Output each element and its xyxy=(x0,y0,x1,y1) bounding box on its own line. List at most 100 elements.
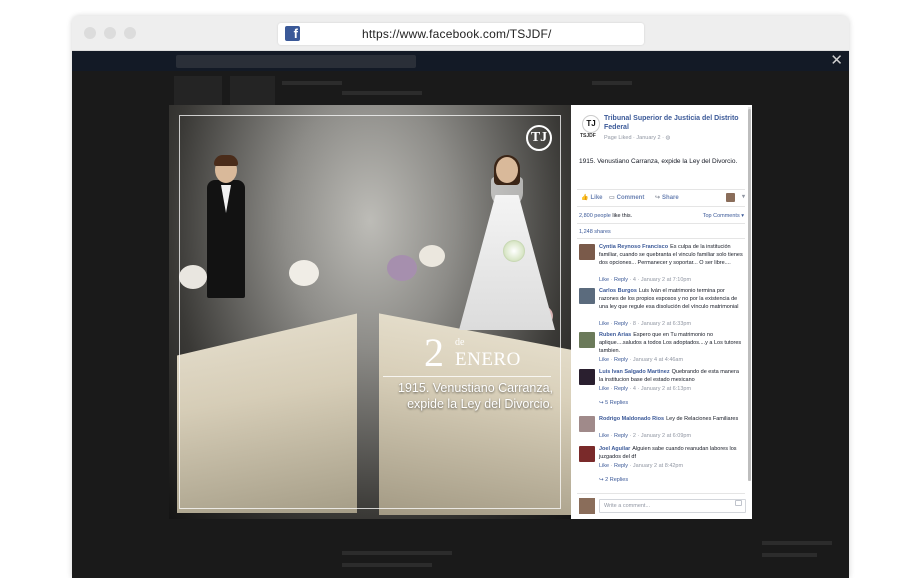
dimmed-text-line xyxy=(342,551,452,555)
commenter-name[interactable]: Cyntia Reynoso Francisco xyxy=(599,244,668,250)
comment-meta: Like · Reply · January 4 at 4:46am xyxy=(599,357,684,363)
view-replies-link[interactable]: ↪ 2 Replies xyxy=(599,477,628,483)
post-photo[interactable]: TJ 2 de ENERO 1915. Venustiano Carranza,… xyxy=(169,105,571,519)
camera-icon[interactable] xyxy=(735,500,742,506)
actor-avatar[interactable] xyxy=(726,193,735,202)
chevron-down-icon[interactable]: ▾ xyxy=(742,193,745,200)
like-label: Like xyxy=(590,195,603,201)
commenter-avatar[interactable] xyxy=(579,446,595,462)
commenter-name[interactable]: Rodrigo Maldonado Rios xyxy=(599,416,664,422)
close-icon[interactable]: ✕ xyxy=(830,53,843,69)
commenter-name[interactable]: Joel Aguilar xyxy=(599,446,630,452)
comment-meta-rest: · January 2 at 8:42pm xyxy=(628,463,684,469)
share-icon: ↪ xyxy=(655,195,661,201)
dimmed-text-line xyxy=(762,541,832,545)
comment-body: Joel Aguilar Alguien sabe cuando reanudan… xyxy=(599,445,743,461)
commenter-name[interactable]: Luis Ivan Salgado Martinez xyxy=(599,369,670,375)
dimmed-text-line xyxy=(762,553,817,557)
comment-body: Ruben Arias Espero que en Tu matrimonio n… xyxy=(599,331,743,355)
comment-reply-link[interactable]: Reply xyxy=(614,321,628,327)
comment-reply-link[interactable]: Reply xyxy=(614,386,628,392)
comment-reply-link[interactable]: Reply xyxy=(614,463,628,469)
address-bar[interactable]: f https://www.facebook.com/TSJDF/ xyxy=(278,23,644,45)
share-label: Share xyxy=(662,195,679,201)
comment-meta-rest: · 2 · January 2 at 6:09pm xyxy=(628,433,692,439)
window-maximize-dot[interactable] xyxy=(124,27,136,39)
url-text[interactable]: https://www.facebook.com/TSJDF/ xyxy=(362,27,552,41)
comment-like-link[interactable]: Like xyxy=(599,433,609,439)
comment-like-link[interactable]: Like xyxy=(599,321,609,327)
dimmed-cover-block xyxy=(230,76,275,106)
dimmed-text-line xyxy=(592,81,632,85)
comment-meta: Like · Reply · 2 · January 2 at 6:09pm xyxy=(599,433,692,439)
comment-meta-rest: · 4 · January 2 at 6:13pm xyxy=(628,386,692,392)
window-minimize-dot[interactable] xyxy=(104,27,116,39)
browser-window: f https://www.facebook.com/TSJDF/ ✕ TJ 2… xyxy=(72,16,849,578)
comment-body: Rodrigo Maldonado Rios Ley de Relaciones … xyxy=(599,415,743,423)
likes-count-link[interactable]: 2,800 people xyxy=(579,213,611,219)
comment-reply-link[interactable]: Reply xyxy=(614,357,628,363)
post-side-panel: TJ TSJDF Tribunal Superior de Justicia d… xyxy=(571,105,752,519)
comment-meta-rest: · January 4 at 4:46am xyxy=(628,357,684,363)
caption-line-2: expide la Ley del Divorcio. xyxy=(407,397,553,411)
window-close-dot[interactable] xyxy=(84,27,96,39)
comment-meta-rest: · 4 · January 2 at 7:10pm xyxy=(628,277,692,283)
divider xyxy=(577,189,745,190)
comment-meta-rest: · 8 · January 2 at 6:33pm xyxy=(628,321,692,327)
divider xyxy=(577,223,745,224)
comment-like-link[interactable]: Like xyxy=(599,357,609,363)
post-actions: 👍 Like ▭ Comment ↪ Share ▾ xyxy=(579,192,749,204)
comment-meta: Like · Reply · 4 · January 2 at 6:13pm xyxy=(599,386,692,392)
commenter-avatar[interactable] xyxy=(579,369,595,385)
dimmed-search-box xyxy=(176,55,416,68)
comment-text: Ley de Relaciones Familiares xyxy=(666,416,739,422)
comment-button[interactable]: ▭ Comment xyxy=(609,194,644,201)
page-abbreviation: TSJDF xyxy=(580,133,596,139)
reply-arrow-icon: ↪ xyxy=(599,400,604,406)
commenter-avatar[interactable] xyxy=(579,332,595,348)
comment-reply-link[interactable]: Reply xyxy=(614,433,628,439)
shares-link[interactable]: 1,248 shares xyxy=(579,229,611,235)
reply-arrow-icon: ↪ xyxy=(599,477,604,483)
caption-line-1: 1915. Venustiano Carranza, xyxy=(398,381,553,395)
date-day: 2 xyxy=(424,330,444,375)
dimmed-profile-block xyxy=(174,76,222,106)
comment-reply-link[interactable]: Reply xyxy=(614,277,628,283)
comment-input[interactable]: Write a comment... xyxy=(599,499,746,513)
divider xyxy=(577,238,745,239)
comment-icon: ▭ xyxy=(609,195,615,201)
commenter-name[interactable]: Ruben Arias xyxy=(599,332,631,338)
like-button[interactable]: 👍 Like xyxy=(581,194,603,201)
commenter-name[interactable]: Carlos Burgos xyxy=(599,288,637,294)
page-name-link[interactable]: Tribunal Superior de Justicia del Distri… xyxy=(604,114,744,132)
commenter-avatar[interactable] xyxy=(579,288,595,304)
date-month: ENERO xyxy=(455,349,521,370)
comment-label: Comment xyxy=(616,195,645,201)
page-avatar[interactable]: TJ xyxy=(582,115,600,133)
comment-body: Luis Ivan Salgado Martinez Quebrando de e… xyxy=(599,368,743,384)
divider xyxy=(577,493,745,494)
scrollbar-thumb[interactable] xyxy=(748,109,751,481)
comment-meta: Like · Reply · 8 · January 2 at 6:33pm xyxy=(599,321,692,327)
commenter-avatar[interactable] xyxy=(579,416,595,432)
photo-caption: 1915. Venustiano Carranza, expide la Ley… xyxy=(379,380,553,412)
date-divider xyxy=(383,376,551,377)
globe-icon: ◍ xyxy=(665,135,671,141)
replies-count: 2 Replies xyxy=(605,477,629,483)
dimmed-text-line xyxy=(282,81,342,85)
top-comments-dropdown[interactable]: Top Comments ▾ xyxy=(703,213,744,219)
comment-meta: Like · Reply · 4 · January 2 at 7:10pm xyxy=(599,277,692,283)
comment-meta: Like · Reply · January 2 at 8:42pm xyxy=(599,463,684,469)
view-replies-link[interactable]: ↪ 5 Replies xyxy=(599,400,628,406)
facebook-photo-viewer: ✕ TJ 2 de ENERO 1915. Venustiano Carranz… xyxy=(72,51,849,578)
share-button[interactable]: ↪ Share xyxy=(655,194,679,201)
comment-like-link[interactable]: Like xyxy=(599,463,609,469)
comment-like-link[interactable]: Like xyxy=(599,277,609,283)
dimmed-facebook-header xyxy=(72,51,849,71)
comment-composer: Write a comment... xyxy=(579,497,746,515)
commenter-avatar[interactable] xyxy=(579,244,595,260)
browser-toolbar: f https://www.facebook.com/TSJDF/ xyxy=(72,16,849,51)
viewer-avatar xyxy=(579,498,595,514)
facebook-favicon-icon: f xyxy=(285,26,300,41)
comment-like-link[interactable]: Like xyxy=(599,386,609,392)
